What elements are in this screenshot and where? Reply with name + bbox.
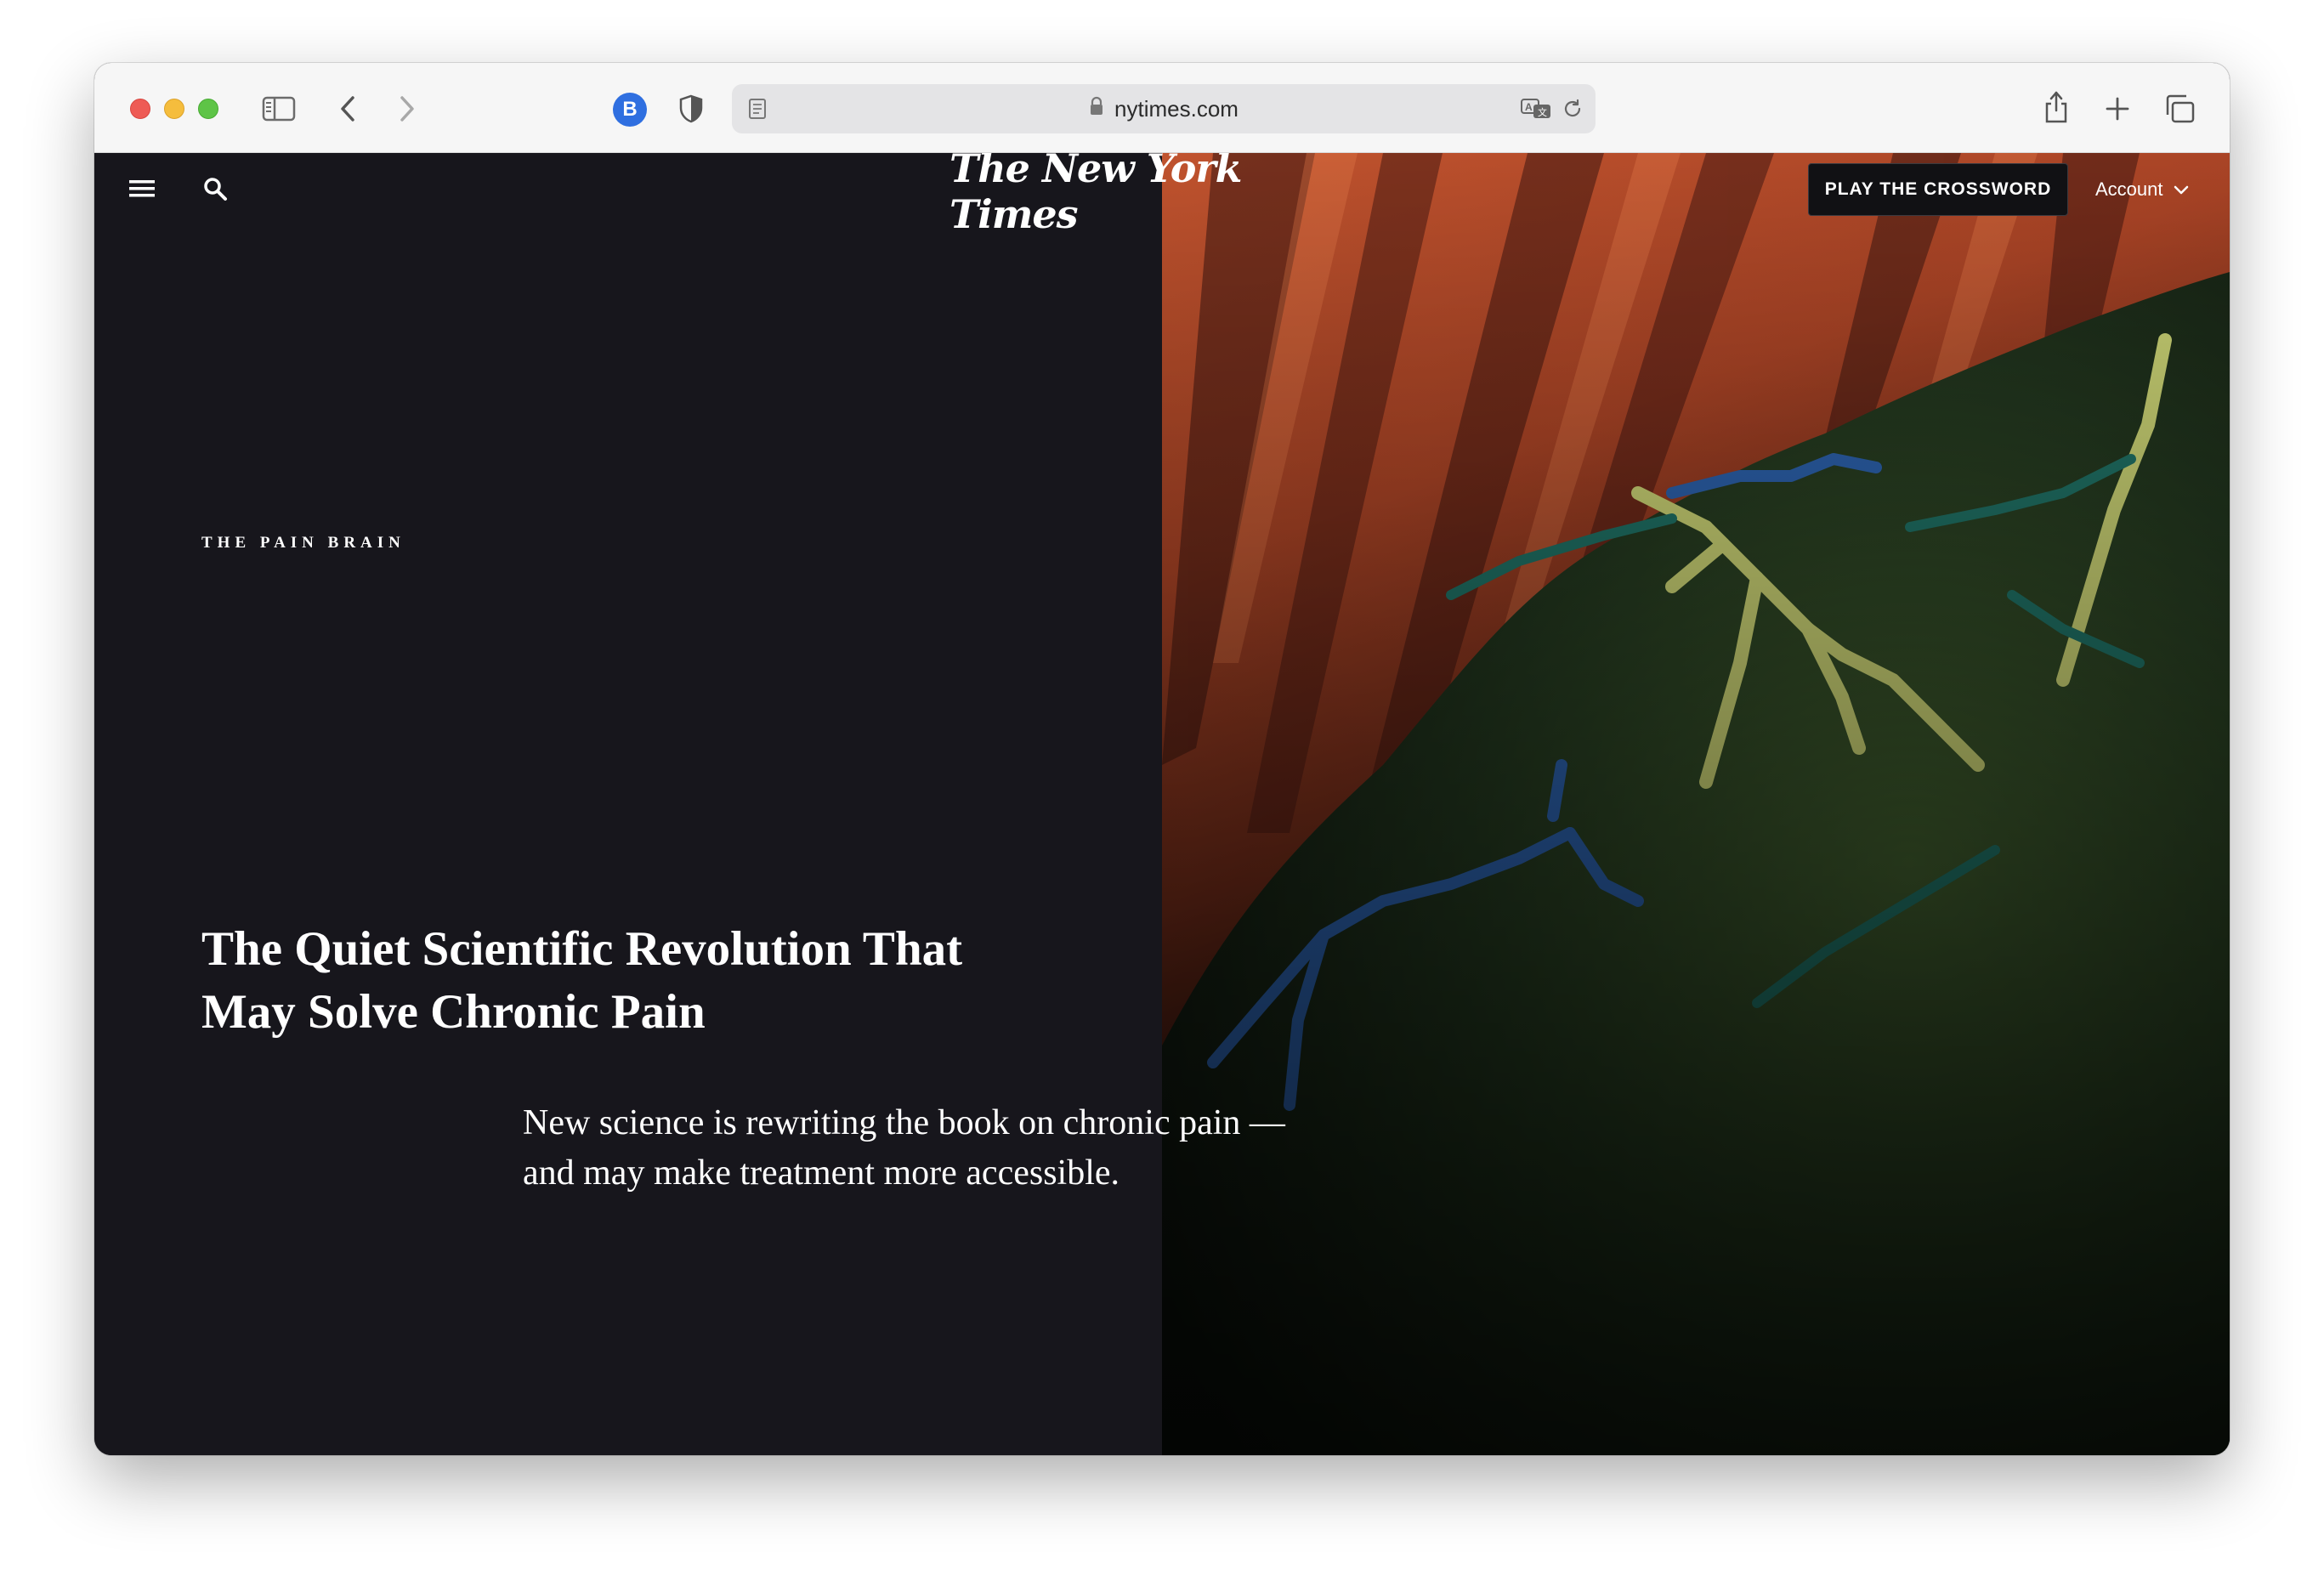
search-icon[interactable] [198, 172, 232, 206]
hero-image [1162, 153, 2230, 1455]
article-summary: New science is rewriting the book on chr… [523, 1098, 1441, 1198]
site-header: The New York Times PLAY THE CROSSWORD Ac… [94, 153, 2230, 237]
hamburger-menu-icon[interactable] [125, 172, 159, 206]
play-crossword-button[interactable]: PLAY THE CROSSWORD [1808, 163, 2068, 216]
shield-icon[interactable] [674, 92, 708, 126]
browser-toolbar: B nytimes.com A 文 [94, 63, 2230, 153]
chevron-down-icon [2174, 178, 2189, 201]
url-text: nytimes.com [1114, 95, 1239, 122]
article-headline[interactable]: The Quiet Scientific Revolution That May… [201, 918, 1017, 1044]
browser-window: B nytimes.com A 文 The New York Times PLA… [94, 63, 2230, 1455]
forward-chevron-icon[interactable] [392, 92, 422, 126]
share-icon[interactable] [2039, 87, 2073, 128]
sidebar-icon[interactable] [260, 94, 298, 124]
bitwarden-icon[interactable]: B [613, 93, 647, 127]
zoom-window-button[interactable] [198, 99, 218, 119]
translate-icon[interactable]: A 文 [1519, 96, 1553, 122]
plus-icon[interactable] [2100, 92, 2134, 126]
lock-icon [1089, 96, 1104, 122]
brain-model-illustration [1162, 153, 2230, 1455]
headline-line-1: The Quiet Scientific Revolution That [201, 922, 963, 976]
reload-icon[interactable] [1560, 96, 1585, 122]
svg-text:文: 文 [1538, 106, 1547, 118]
summary-line-2: and may make treatment more accessible. [523, 1153, 1120, 1193]
headline-line-2: May Solve Chronic Pain [201, 985, 706, 1039]
minimize-window-button[interactable] [164, 99, 184, 119]
masthead-logo[interactable]: The New York Times [949, 153, 1375, 237]
back-chevron-icon[interactable] [332, 92, 363, 126]
address-bar[interactable]: nytimes.com A 文 [732, 84, 1596, 133]
close-window-button[interactable] [130, 99, 150, 119]
nyt-article-page: The New York Times PLAY THE CROSSWORD Ac… [94, 153, 2230, 1455]
account-menu[interactable]: Account [2095, 168, 2189, 211]
account-label: Account [2095, 178, 2163, 200]
tabs-icon[interactable] [2162, 92, 2197, 126]
article-kicker[interactable]: THE PAIN BRAIN [201, 534, 405, 552]
summary-line-1: New science is rewriting the book on chr… [523, 1103, 1285, 1142]
svg-text:A: A [1525, 101, 1533, 113]
